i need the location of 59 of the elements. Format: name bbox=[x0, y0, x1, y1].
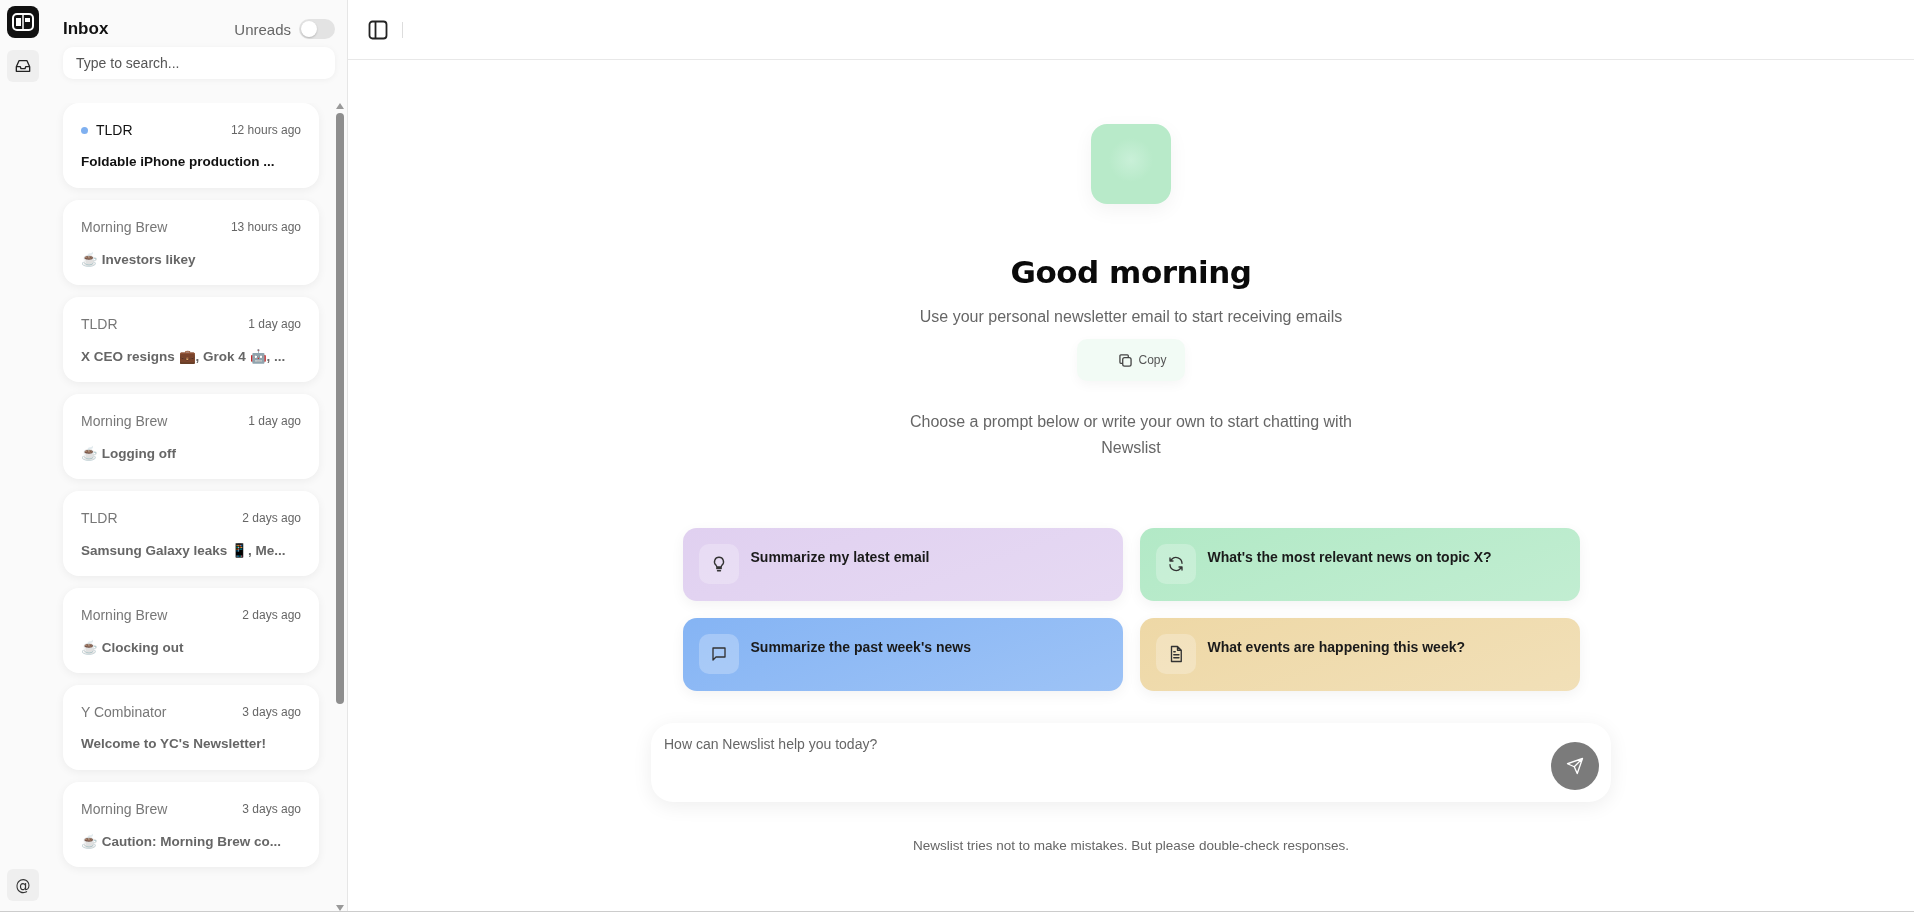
email-sender: Morning Brew bbox=[81, 801, 168, 817]
copy-icon bbox=[1119, 353, 1133, 367]
email-sender: Y Combinator bbox=[81, 704, 167, 720]
app-logo-icon bbox=[7, 6, 39, 38]
subtitle-text: Use your personal newsletter email to start receiving emails bbox=[919, 308, 1343, 326]
email-card[interactable]: Morning Brew 2 days ago ☕ Clocking out bbox=[63, 588, 319, 673]
email-time: 13 hours ago bbox=[230, 220, 301, 234]
email-time: 12 hours ago bbox=[230, 123, 301, 137]
send-button[interactable] bbox=[1551, 742, 1599, 790]
email-sender: TLDR bbox=[81, 510, 118, 526]
email-sender: TLDR bbox=[96, 122, 133, 138]
email-subject: X CEO resigns 💼, Grok 4 🤖, ... bbox=[81, 348, 287, 364]
greeting-heading: Good morning bbox=[1010, 254, 1252, 290]
prompt-card[interactable]: Summarize the past week's news bbox=[682, 618, 1123, 691]
scroll-up-arrow-icon[interactable] bbox=[336, 103, 344, 109]
unreads-toggle[interactable] bbox=[299, 19, 335, 39]
copy-button[interactable]: Copy bbox=[1077, 339, 1185, 381]
search-field[interactable]: Type to search... bbox=[63, 47, 335, 79]
email-address-button[interactable]: @ bbox=[7, 869, 39, 901]
email-sender: Morning Brew bbox=[81, 607, 168, 623]
email-card[interactable]: Y Combinator 3 days ago Welcome to YC's Newsletter! bbox=[63, 685, 319, 770]
prompt-card[interactable]: What's the most relevant news on topic X? bbox=[1139, 528, 1580, 601]
email-time: 3 days ago bbox=[242, 802, 301, 816]
email-sender: Morning Brew bbox=[81, 413, 168, 429]
email-card[interactable]: Morning Brew 3 days ago ☕ Caution: Morning Brew co... bbox=[63, 782, 319, 867]
email-card[interactable]: TLDR 2 days ago Samsung Galaxy leaks 📱, Me... bbox=[63, 491, 319, 576]
email-subject: Foldable iPhone production ... bbox=[81, 154, 276, 169]
prompt-hint-text: Choose a prompt below or write your own to start chatting with Newslist bbox=[909, 412, 1353, 458]
email-time: 1 day ago bbox=[248, 414, 301, 428]
scrollbar-thumb[interactable] bbox=[336, 113, 344, 704]
unread-dot bbox=[81, 126, 88, 134]
email-card[interactable]: TLDR 12 hours ago Foldable iPhone production ... bbox=[63, 103, 319, 188]
email-card[interactable]: TLDR 1 day ago X CEO resigns 💼, Grok 4 🤖, ... bbox=[63, 297, 319, 382]
email-subject: ☕ Clocking out bbox=[81, 639, 185, 655]
email-card[interactable]: Morning Brew 1 day ago ☕ Logging off bbox=[63, 394, 319, 479]
email-subject: Welcome to YC's Newsletter! bbox=[81, 736, 268, 751]
unreads-label: Unreads bbox=[234, 20, 291, 38]
email-sender: Morning Brew bbox=[81, 219, 168, 235]
prompt-card[interactable]: Summarize my latest email bbox=[682, 528, 1123, 601]
prompt-card[interactable]: What events are happening this week? bbox=[1139, 618, 1580, 691]
inbox-title: Inbox bbox=[63, 19, 109, 39]
email-subject: ☕ Investors likey bbox=[81, 251, 197, 267]
email-sender: TLDR bbox=[81, 316, 118, 332]
email-card[interactable]: Morning Brew 13 hours ago ☕ Investors likey bbox=[63, 200, 319, 285]
email-time: 2 days ago bbox=[242, 511, 301, 525]
email-subject: ☕ Caution: Morning Brew co... bbox=[81, 833, 282, 849]
email-time: 2 days ago bbox=[242, 608, 301, 622]
chat-bubble-icon bbox=[698, 634, 739, 674]
disclaimer-text: Newslist tries not to make mistakes. But please double-check responses. bbox=[913, 838, 1349, 853]
email-time: 3 days ago bbox=[242, 705, 301, 719]
scroll-down-arrow-icon[interactable] bbox=[336, 905, 344, 911]
inbox-icon[interactable] bbox=[7, 50, 39, 82]
email-time: 1 day ago bbox=[248, 317, 301, 331]
email-subject: Samsung Galaxy leaks 📱, Me... bbox=[81, 542, 287, 558]
send-icon bbox=[1566, 757, 1584, 775]
email-subject: ☕ Logging off bbox=[81, 445, 177, 461]
refresh-icon bbox=[1155, 544, 1196, 584]
document-icon bbox=[1155, 634, 1196, 674]
lightbulb-icon bbox=[698, 544, 739, 584]
